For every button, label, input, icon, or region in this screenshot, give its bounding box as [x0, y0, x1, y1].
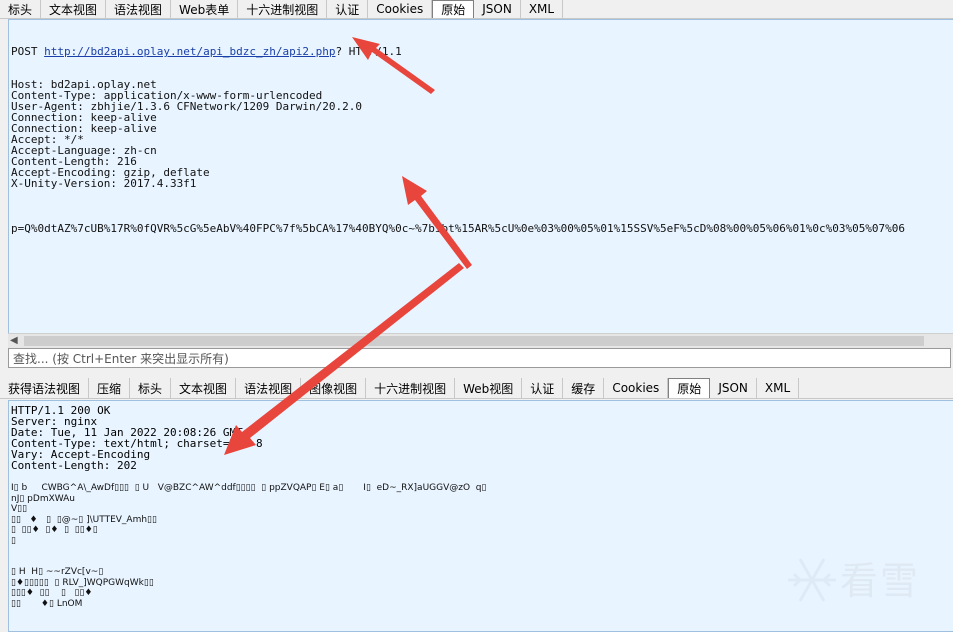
request-tab-9[interactable]: XML — [521, 0, 564, 18]
scroll-left-icon[interactable]: ◀ — [10, 334, 22, 348]
response-tab-12[interactable]: JSON — [710, 378, 757, 398]
request-text: POST http://bd2api.oplay.net/api_bdzc_zh… — [9, 20, 953, 256]
request-raw-view[interactable]: POST http://bd2api.oplay.net/api_bdzc_zh… — [8, 19, 953, 335]
response-header-line: HTTP/1.1 200 OK — [11, 404, 111, 417]
request-tab-2[interactable]: 语法视图 — [106, 0, 172, 18]
response-tab-13[interactable]: XML — [757, 378, 800, 398]
request-header-line: X-Unity-Version: 2017.4.33f1 — [11, 177, 197, 190]
response-tab-9[interactable]: 缓存 — [563, 378, 605, 398]
request-tab-1[interactable]: 文本视图 — [41, 0, 107, 18]
response-tab-6[interactable]: 十六进制视图 — [366, 378, 456, 398]
response-body-line: ▯ ▯▯♦ ▯♦ ▯ ▯▯♦▯ — [11, 525, 98, 535]
response-header-line: Content-Length: 202 — [11, 459, 137, 472]
response-tab-8[interactable]: 认证 — [522, 378, 564, 398]
response-tab-2[interactable]: 标头 — [130, 378, 172, 398]
find-input[interactable]: 查找... (按 Ctrl+Enter 来突出显示所有) — [8, 348, 951, 368]
response-body-line: nJ▯ pDmXWAu — [11, 493, 76, 504]
request-url-link[interactable]: http://bd2api.oplay.net/api_bdzc_zh/api2… — [44, 45, 335, 58]
response-tab-10[interactable]: Cookies — [604, 378, 669, 398]
request-tab-bar: 标头 文本视图 语法视图 Web表单 十六进制视图 认证 Cookies 原始 JSON XML — [0, 0, 953, 19]
response-body-line: V▯▯ — [11, 504, 28, 514]
response-tab-7[interactable]: Web视图 — [455, 378, 523, 398]
watermark-text: 看雪 — [840, 559, 921, 603]
response-tab-1[interactable]: 压缩 — [89, 378, 131, 398]
request-tab-8[interactable]: JSON — [474, 0, 521, 18]
request-tab-5[interactable]: 认证 — [327, 0, 369, 18]
response-header-line: Vary: Accept-Encoding — [11, 448, 151, 461]
request-method: POST — [11, 45, 38, 58]
request-tab-4[interactable]: 十六进制视图 — [238, 0, 328, 18]
response-body-line: ▯▯ ♦ ▯ ▯@~▯ ]\UTTEV_Amh▯▯ — [11, 514, 157, 525]
request-header-line: Connection: keep-alive — [11, 122, 157, 135]
request-tab-7[interactable]: 原始 — [432, 0, 475, 18]
response-tab-0[interactable]: 获得语法视图 — [0, 378, 90, 398]
response-tab-3[interactable]: 文本视图 — [171, 378, 237, 398]
request-protocol: ? HTTP/1.1 — [335, 45, 402, 58]
response-header-line: Content-Type: text/html; charset=UTF-8 — [11, 437, 263, 450]
request-line: POST http://bd2api.oplay.net/api_bdzc_zh… — [11, 46, 952, 57]
request-tab-0[interactable]: 标头 — [0, 0, 42, 18]
response-tab-4[interactable]: 语法视图 — [236, 378, 302, 398]
response-tab-bar: 获得语法视图 压缩 标头 文本视图 语法视图 图像视图 十六进制视图 Web视图 认证 缓存 Coo… — [0, 378, 953, 399]
request-tab-3[interactable]: Web表单 — [171, 0, 239, 18]
request-header-line: Accept-Language: zh-cn — [11, 144, 157, 157]
request-horizontal-scrollbar[interactable]: ◀ — [8, 333, 953, 348]
request-body: p=Q%0dtAZ%7cUB%17R%0fQVR%5cG%5eAbV%40FPC… — [11, 222, 906, 235]
response-tab-5[interactable]: 图像视图 — [301, 378, 367, 398]
scrollbar-thumb[interactable] — [24, 336, 924, 346]
response-tab-11[interactable]: 原始 — [668, 378, 711, 398]
request-headers: Host: bd2api.oplay.net Content-Type: appl… — [11, 79, 952, 189]
request-tab-6[interactable]: Cookies — [368, 0, 433, 18]
response-headers: HTTP/1.1 200 OK Server: nginx Date: Tue, 1… — [11, 405, 952, 471]
response-body-line: I▯ b CWBG^A\_AwDf▯▯▯ ▯ U V@BZC^AW^ddf▯▯▯… — [11, 483, 487, 493]
